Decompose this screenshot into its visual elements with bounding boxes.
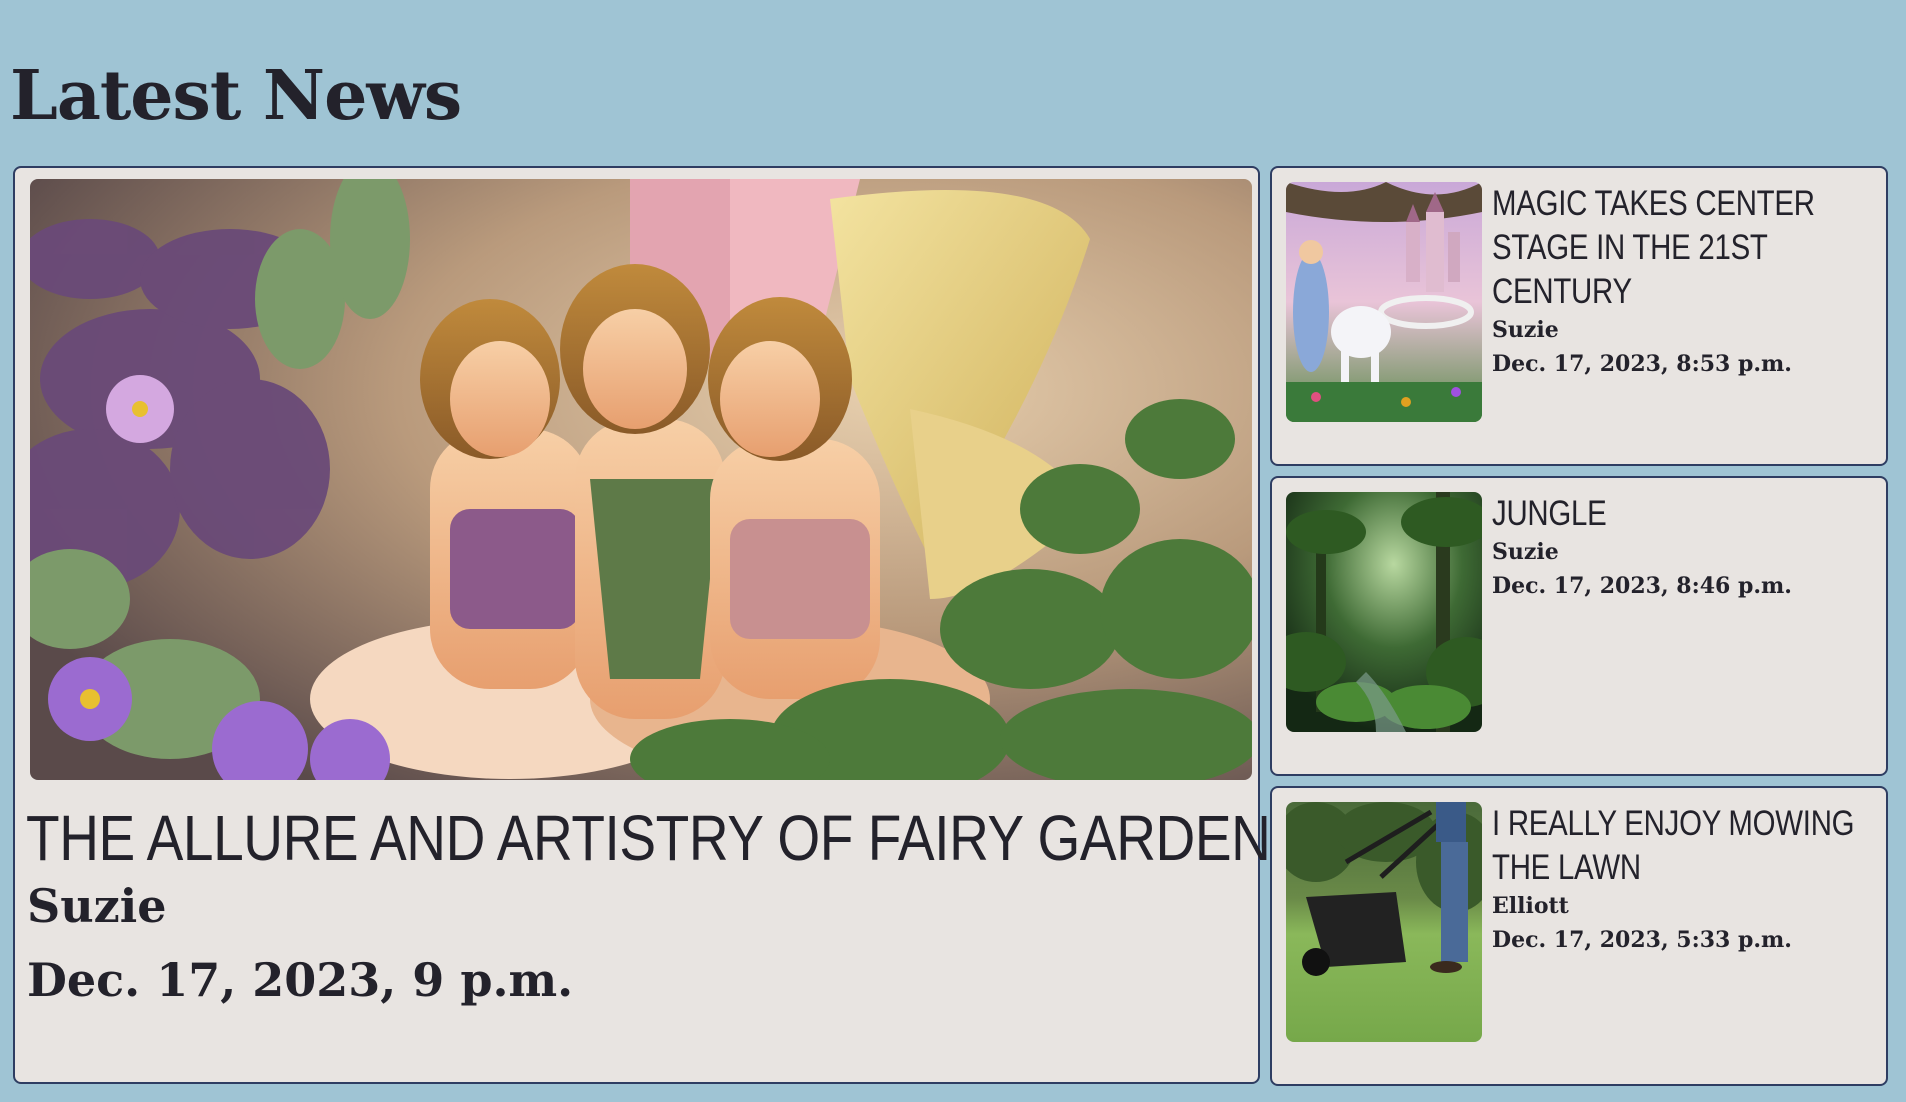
article-date: Dec. 17, 2023, 5:33 p.m. <box>1492 927 1792 953</box>
article-date: Dec. 17, 2023, 8:46 p.m. <box>1492 573 1792 599</box>
featured-article-author: Suzie <box>27 879 167 933</box>
article-thumbnail[interactable] <box>1286 182 1482 422</box>
page-title: Latest News <box>10 56 462 136</box>
article-thumbnail[interactable] <box>1286 492 1482 732</box>
featured-article-image[interactable] <box>30 179 1252 780</box>
article-thumbnail[interactable] <box>1286 802 1482 1042</box>
featured-article-headline[interactable]: THE ALLURE AND ARTISTRY OF FAIRY GARDENS <box>26 798 1307 878</box>
article-author: Suzie <box>1492 317 1559 343</box>
featured-article-card[interactable]: THE ALLURE AND ARTISTRY OF FAIRY GARDENS… <box>13 166 1307 1084</box>
article-headline[interactable]: I REALLY ENJOY MOWING THE LAWN <box>1492 802 1870 890</box>
article-headline[interactable]: MAGIC TAKES CENTER STAGE IN THE 21ST CEN… <box>1492 182 1870 314</box>
article-card[interactable]: JUNGLE Suzie Dec. 17, 2023, 8:46 p.m. <box>1270 476 1888 776</box>
article-card[interactable]: MAGIC TAKES CENTER STAGE IN THE 21ST CEN… <box>1270 166 1888 466</box>
featured-article-date: Dec. 17, 2023, 9 p.m. <box>27 953 574 1007</box>
article-headline[interactable]: JUNGLE <box>1492 492 1870 536</box>
article-card[interactable]: I REALLY ENJOY MOWING THE LAWN Elliott D… <box>1270 786 1888 1086</box>
article-author: Suzie <box>1492 539 1559 565</box>
article-date: Dec. 17, 2023, 8:53 p.m. <box>1492 351 1792 377</box>
article-author: Elliott <box>1492 893 1569 919</box>
